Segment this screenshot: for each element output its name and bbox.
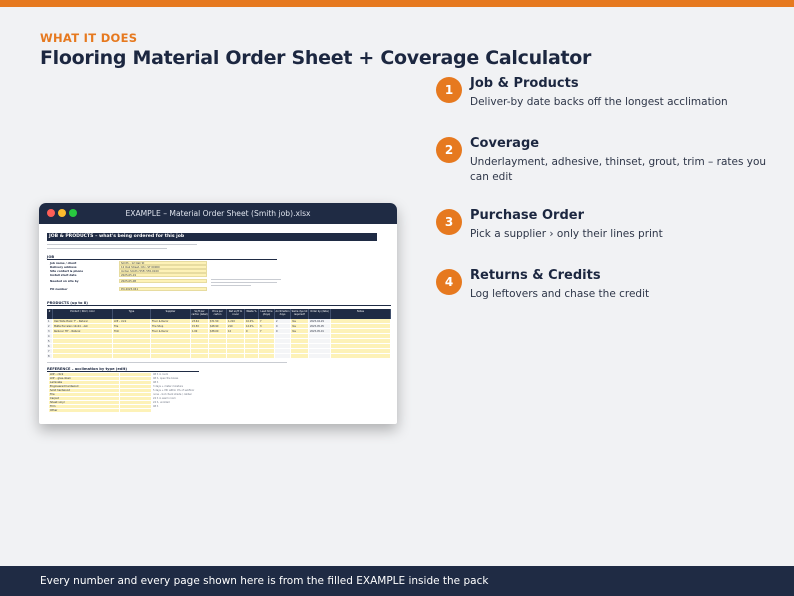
table-cell[interactable] [191,354,209,359]
job-note-line [211,285,251,286]
sheet-subtitle-line [47,244,197,245]
job-section-rule [47,259,277,260]
job-note-line [211,279,281,280]
job-field-row: Install start date 2025-05-19 [49,273,207,277]
step-number-badge: 2 [436,137,462,163]
table-cell[interactable] [53,354,113,359]
window-title: EXAMPLE – Material Order Sheet (Smith jo… [125,209,311,218]
col-header: Sq ft per carton (label) [191,309,209,319]
page-title: Flooring Material Order Sheet + Coverage… [40,47,592,69]
job-field-input[interactable]: 2025-05-19 [119,273,207,277]
sheet-title-banner: JOB & PRODUCTS – what's being ordered fo… [47,233,377,241]
feature-title: Job & Products [470,76,579,91]
job-field-label: PO number [50,287,68,291]
products-footnote-line [47,362,287,363]
job-field-input[interactable]: 2025-05-08 [119,279,207,283]
job-field-input[interactable]: PO-2025-041 [119,287,207,291]
job-field-row: Needed on site by 2025-05-08 [49,279,207,283]
products-table-header: # Product / SKU / color Type Supplier Sq… [47,309,391,319]
table-cell [275,354,291,359]
section-eyebrow: WHAT IT DOES [40,31,138,45]
step-number-badge: 4 [436,269,462,295]
window-titlebar: EXAMPLE – Material Order Sheet (Smith jo… [39,203,397,224]
table-cell[interactable] [259,354,275,359]
feature-title: Purchase Order [470,208,585,223]
table-cell[interactable] [245,354,259,359]
col-header: Net sq ft to cover [227,309,245,319]
footer-banner: Every number and every page shown here i… [0,566,794,596]
col-header: Product / SKU / color [53,309,113,319]
job-field-label: Install start date [50,273,77,277]
products-section-rule [47,305,391,306]
job-field-label: Needed on site by [50,279,79,283]
reference-type[interactable]: Other [49,409,119,413]
minimize-window-dot[interactable] [58,209,66,217]
feature-title: Coverage [470,136,540,151]
products-table-row: 8 [47,354,391,359]
table-cell[interactable] [331,354,391,359]
col-header: Type [113,309,151,319]
col-header: Acclimation days [275,309,291,319]
reference-row: Other [49,409,211,413]
close-window-dot[interactable] [47,209,55,217]
table-cell[interactable] [291,354,309,359]
table-cell [309,354,331,359]
step-number-badge: 3 [436,209,462,235]
table-cell[interactable] [151,354,191,359]
reference-section-rule [47,371,199,372]
col-header: Price per carton [209,309,227,319]
reference-days-cell[interactable] [119,409,151,413]
col-header: Notes [331,309,391,319]
col-header: Same dye lot required? [291,309,309,319]
feature-title: Returns & Credits [470,268,601,283]
feature-description: Underlayment, adhesive, thinset, grout, … [470,156,767,183]
col-header: Lead time (days) [259,309,275,319]
col-header: Supplier [151,309,191,319]
col-header: Waste % [245,309,259,319]
feature-description: Log leftovers and chase the credit [470,288,650,300]
step-number-badge: 1 [436,77,462,103]
table-cell[interactable] [113,354,151,359]
spreadsheet-sheet: JOB & PRODUCTS – what's being ordered fo… [39,224,397,424]
feature-description: Deliver-by date backs off the longest ac… [470,96,728,108]
top-accent-bar [0,0,794,7]
table-cell[interactable] [227,354,245,359]
job-note-line [211,282,277,283]
col-header: Order by (date) [309,309,331,319]
table-cell[interactable] [209,354,227,359]
maximize-window-dot[interactable] [69,209,77,217]
sheet-hint-line [47,248,167,249]
feature-description: Pick a supplier › only their lines print [470,228,663,240]
spreadsheet-window: EXAMPLE – Material Order Sheet (Smith jo… [39,203,397,424]
job-field-row: PO number PO-2025-041 [49,287,207,291]
reference-note [151,409,211,413]
